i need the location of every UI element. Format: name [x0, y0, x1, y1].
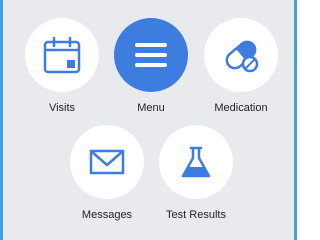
test-results-circle [159, 125, 233, 199]
visits-label: Visits [48, 102, 76, 114]
menu-label: Menu [137, 102, 165, 114]
menu-icon [135, 43, 167, 67]
messages-button[interactable]: Messages [62, 125, 152, 221]
envelope-icon [89, 149, 125, 175]
messages-label: Messages [81, 209, 133, 221]
messages-circle [70, 125, 144, 199]
visits-circle [25, 18, 99, 92]
medication-label: Medication [214, 102, 268, 114]
medication-button[interactable]: Medication [196, 18, 286, 114]
flask-icon [181, 146, 211, 178]
test-results-label: Test Results [166, 209, 226, 221]
test-results-button[interactable]: Test Results [151, 125, 241, 221]
menu-circle [114, 18, 188, 92]
pill-capsule-icon [225, 40, 259, 73]
nav-panel: Visits Menu Medication Messages Test Res… [0, 0, 297, 240]
menu-button[interactable]: Menu [106, 18, 196, 114]
medication-circle [204, 18, 278, 92]
visits-button[interactable]: Visits [17, 18, 107, 114]
calendar-icon [43, 36, 81, 74]
